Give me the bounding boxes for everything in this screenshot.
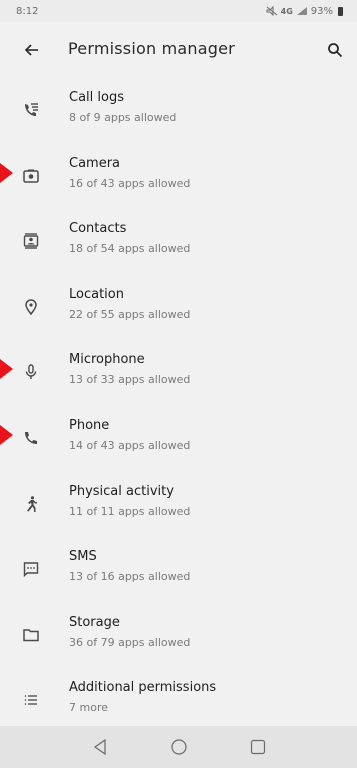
network-label: 4G (280, 6, 293, 16)
permission-list: Call logs 8 of 9 apps allowed Camera 16 … (0, 78, 357, 734)
arrow-back-icon (24, 44, 38, 56)
app-bar: Permission manager (0, 22, 357, 78)
call-log-icon (19, 98, 43, 122)
permission-item-additional[interactable]: Additional permissions 7 more (0, 668, 357, 734)
mute-icon (266, 6, 277, 16)
permission-count: 36 of 79 apps allowed (69, 635, 191, 649)
status-time: 8:12 (16, 5, 39, 17)
permission-label: Location (69, 286, 124, 302)
nav-recents-icon (250, 739, 265, 755)
permission-item-microphone[interactable]: Microphone 13 of 33 apps allowed (0, 340, 357, 406)
search-button[interactable] (323, 38, 347, 62)
permission-item-call-logs[interactable]: Call logs 8 of 9 apps allowed (0, 78, 357, 144)
highlight-marker (0, 359, 13, 380)
permission-item-phone[interactable]: Phone 14 of 43 apps allowed (0, 406, 357, 472)
permission-count: 22 of 55 apps allowed (69, 307, 191, 321)
permission-label: Physical activity (69, 483, 174, 499)
permission-item-camera[interactable]: Camera 16 of 43 apps allowed (0, 144, 357, 210)
permission-item-location[interactable]: Location 22 of 55 apps allowed (0, 275, 357, 341)
permission-count: 11 of 11 apps allowed (69, 504, 191, 518)
permission-label: Microphone (69, 352, 145, 368)
status-icons: 4G 93% (266, 6, 343, 17)
page-title: Permission manager (68, 39, 235, 58)
permission-label: Call logs (69, 90, 124, 105)
highlight-marker (0, 162, 13, 183)
microphone-icon (19, 360, 43, 384)
navigation-bar (0, 726, 357, 768)
phone-icon (19, 426, 43, 450)
battery-label: 93% (310, 5, 333, 17)
sms-icon (19, 557, 43, 581)
nav-home-button[interactable] (164, 732, 194, 762)
status-bar: 8:12 4G 93% (0, 0, 357, 22)
permission-item-contacts[interactable]: Contacts 18 of 54 apps allowed (0, 209, 357, 275)
permission-count: 18 of 54 apps allowed (69, 242, 191, 256)
permission-count: 7 more (69, 701, 108, 715)
permission-label: Contacts (69, 221, 127, 237)
signal-icon (296, 7, 307, 15)
permission-label: Storage (69, 614, 120, 630)
permission-count: 13 of 16 apps allowed (69, 570, 191, 584)
permission-item-storage[interactable]: Storage 36 of 79 apps allowed (0, 603, 357, 669)
permission-label: Additional permissions (69, 680, 217, 696)
folder-icon (19, 623, 43, 647)
permission-label: SMS (69, 549, 97, 565)
permission-count: 16 of 43 apps allowed (69, 176, 191, 190)
permission-count: 8 of 9 apps allowed (69, 111, 177, 124)
nav-recents-button[interactable] (243, 732, 273, 762)
search-icon (328, 43, 343, 58)
location-icon (19, 295, 43, 319)
permission-item-physical-activity[interactable]: Physical activity 11 of 11 apps allowed (0, 472, 357, 538)
permission-count: 14 of 43 apps allowed (69, 438, 191, 452)
permission-label: Camera (69, 155, 121, 171)
contacts-icon (19, 229, 43, 253)
permission-count: 13 of 33 apps allowed (69, 373, 191, 387)
permission-item-sms[interactable]: SMS 13 of 16 apps allowed (0, 537, 357, 603)
highlight-marker (0, 424, 13, 445)
battery-icon (338, 6, 343, 16)
permission-label: Phone (69, 417, 110, 433)
list-icon (19, 688, 43, 712)
camera-icon (19, 164, 43, 188)
nav-back-button[interactable] (85, 732, 115, 762)
nav-back-icon (93, 738, 106, 756)
back-button[interactable] (20, 38, 44, 62)
physical-activity-icon (19, 492, 43, 516)
nav-home-icon (170, 739, 187, 755)
